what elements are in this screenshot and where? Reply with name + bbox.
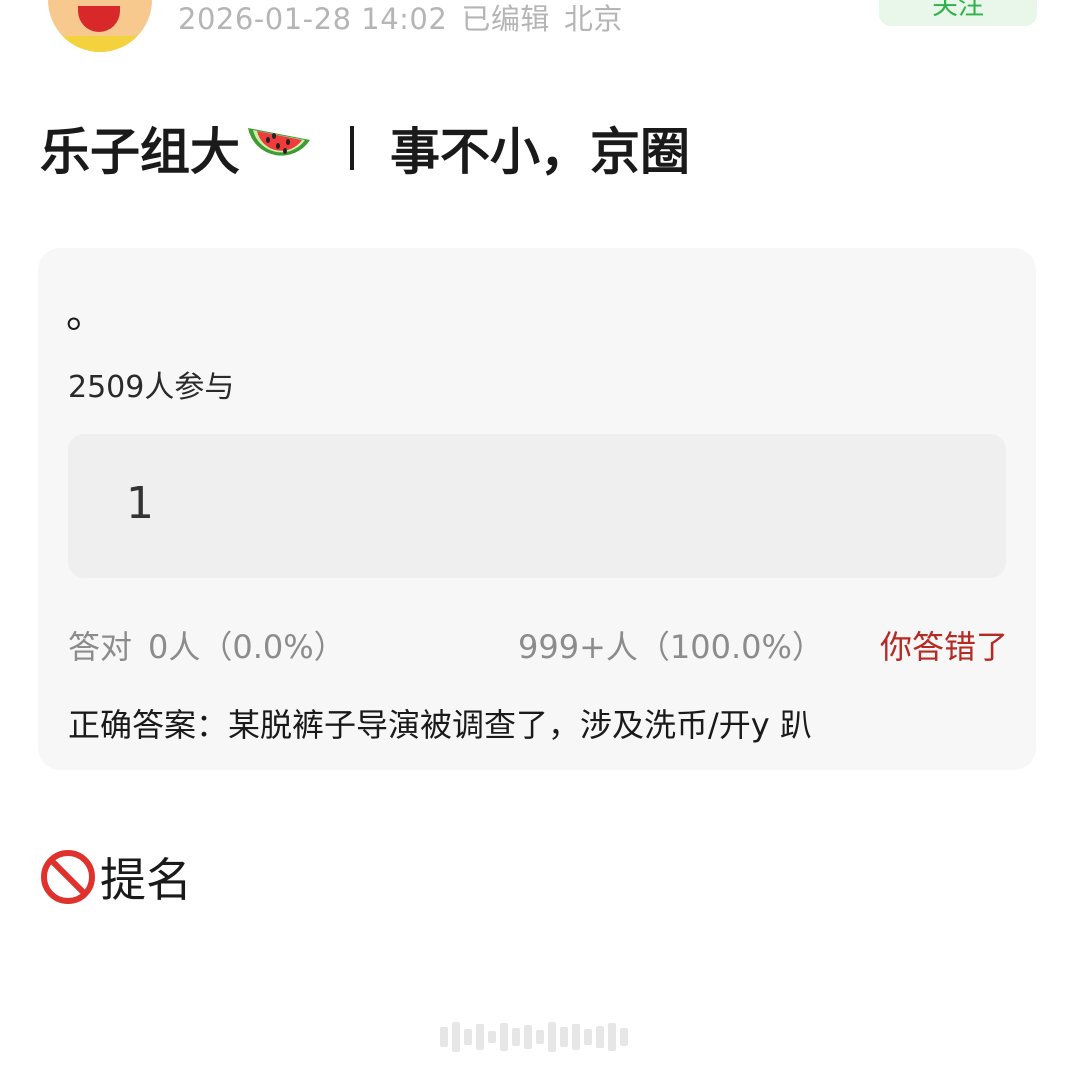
post-meta: 2026-01-28 14:02 已编辑 北京	[178, 0, 637, 38]
option-stats: 999+人（100.0%）	[518, 628, 824, 666]
title-part1: 乐子组大	[40, 123, 240, 181]
avatar[interactable]	[48, 0, 152, 52]
correct-stats: 答对 0人（0.0%）	[68, 622, 362, 668]
avatar-mouth	[78, 6, 120, 32]
avatar-collar	[58, 36, 142, 52]
correct-count: 0人（0.0%）	[148, 628, 346, 666]
quiz-option[interactable]: 1	[68, 434, 1006, 578]
participant-count: 2509人参与	[68, 370, 235, 405]
correct-label: 答对	[68, 628, 133, 666]
section-heading-label: 提名	[100, 853, 192, 907]
watermark	[440, 1020, 630, 1054]
follow-button[interactable]: 关注	[879, 0, 1037, 26]
post-title: 乐子组大 事不小，京圈	[40, 112, 690, 184]
quiz-question: 。	[66, 291, 106, 337]
watermelon-icon	[248, 128, 310, 156]
section-heading: 提名	[40, 844, 192, 910]
title-separator	[350, 126, 354, 170]
verdict-label: 你答错了	[879, 628, 1008, 666]
post-timestamp: 2026-01-28 14:02	[178, 2, 448, 36]
edited-label: 已编辑	[461, 2, 550, 36]
quiz-card: 。 2509人参与 1 答对 0人（0.0%） 999+人（100.0%） 你答错…	[38, 248, 1036, 770]
option-label: 1	[126, 478, 154, 529]
title-part2: 事不小，京圈	[390, 123, 690, 181]
no-entry-icon	[41, 850, 95, 904]
post-location: 北京	[563, 2, 623, 36]
correct-answer: 正确答案：某脱裤子导演被调查了，涉及洗币/开y 趴	[68, 706, 812, 744]
